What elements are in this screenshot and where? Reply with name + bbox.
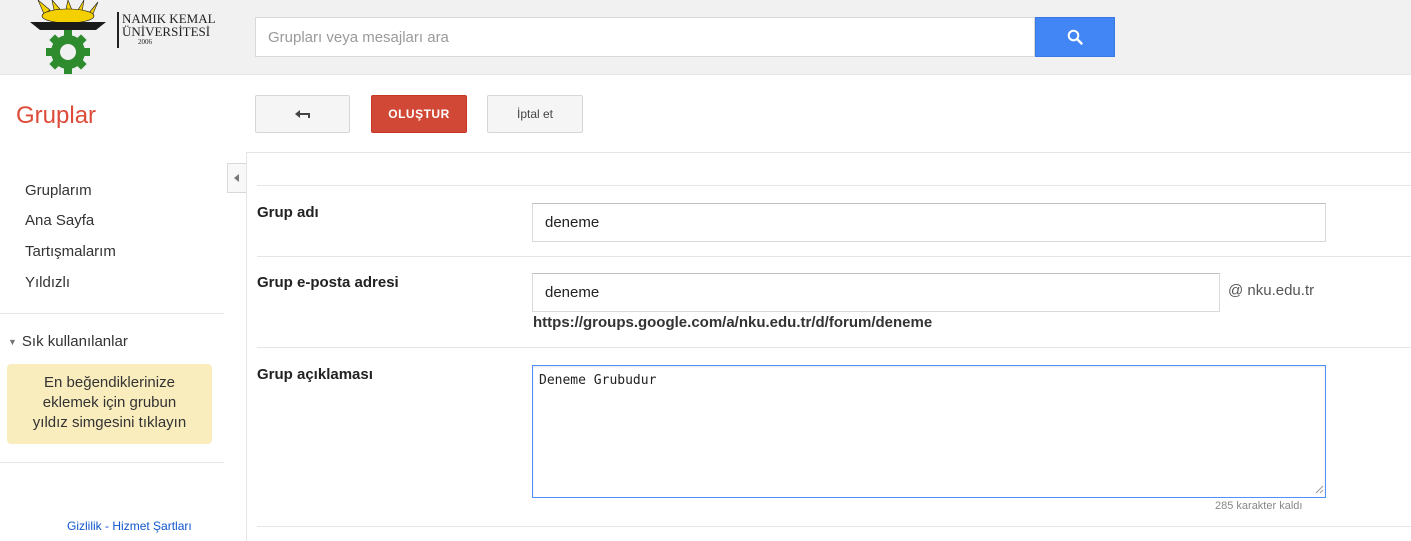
group-email-label: Grup e-posta adresi (257, 274, 399, 291)
logo-line2: ÜNİVERSİTESİ (122, 24, 211, 39)
app-title[interactable]: Gruplar (16, 102, 96, 130)
toolbar-divider (246, 152, 1411, 153)
sidebar-item-starred[interactable]: Yıldızlı (25, 274, 70, 291)
favorites-hint-line3: yıldız simgesini tıklayın (32, 414, 187, 431)
terms-link[interactable]: Hizmet Şartları (112, 519, 191, 533)
email-domain-suffix: @ nku.edu.tr (1228, 282, 1315, 299)
create-button[interactable]: OLUŞTUR (371, 95, 467, 133)
logo-year: 2006 (138, 38, 152, 46)
cancel-button[interactable]: İptal et (487, 95, 583, 133)
footer-links: Gizlilik - Hizmet Şartları (67, 519, 192, 533)
footer-separator: - (105, 519, 110, 533)
university-logo[interactable]: NAMIK KEMAL ÜNİVERSİTESİ 2006 (22, 0, 222, 75)
top-bar: NAMIK KEMAL ÜNİVERSİTESİ 2006 (0, 0, 1411, 75)
group-description-label: Grup açıklaması (257, 366, 373, 383)
logo-text: NAMIK KEMAL ÜNİVERSİTESİ 2006 (122, 12, 216, 47)
forum-url: https://groups.google.com/a/nku.edu.tr/d… (533, 314, 933, 331)
back-button[interactable] (255, 95, 350, 133)
form-divider (257, 347, 1411, 348)
sidebar-item-home[interactable]: Ana Sayfa (25, 212, 94, 229)
logo-divider (117, 12, 119, 48)
favorites-hint-line1: En beğendiklerinize (44, 374, 175, 391)
form-divider (257, 526, 1411, 527)
favorites-hint-line2: eklemek için grubun (42, 394, 177, 411)
privacy-link[interactable]: Gizlilik (67, 519, 102, 533)
university-emblem-icon (30, 0, 106, 74)
expand-triangle-icon: ▼ (8, 336, 17, 347)
group-name-label: Grup adı (257, 204, 319, 221)
sidebar-item-my-groups[interactable]: Gruplarım (25, 182, 92, 199)
sidebar-divider-bottom (0, 462, 224, 463)
group-email-input[interactable] (532, 273, 1220, 312)
search-button[interactable] (1035, 17, 1115, 57)
remaining-characters: 285 karakter kaldı (1215, 500, 1303, 512)
search-input[interactable] (255, 17, 1035, 57)
back-arrow-icon (294, 110, 310, 118)
resize-grip-icon[interactable] (1314, 484, 1324, 494)
search-icon (1067, 29, 1083, 45)
favorites-header[interactable]: ▼ Sık kullanılanlar (8, 333, 128, 350)
chevron-left-icon (234, 174, 239, 182)
sidebar-collapse-button[interactable] (227, 163, 246, 193)
sidebar-item-my-discussions[interactable]: Tartışmalarım (25, 243, 116, 260)
sidebar-border (246, 153, 247, 541)
group-name-input[interactable] (532, 203, 1326, 242)
sidebar-divider (0, 313, 224, 314)
form-divider (257, 185, 1411, 186)
favorites-hint: En beğendiklerinize eklemek için grubun … (7, 364, 212, 444)
group-description-textarea[interactable]: Deneme Grubudur (532, 365, 1326, 498)
form-divider (257, 256, 1411, 257)
favorites-header-label: Sık kullanılanlar (21, 333, 128, 350)
